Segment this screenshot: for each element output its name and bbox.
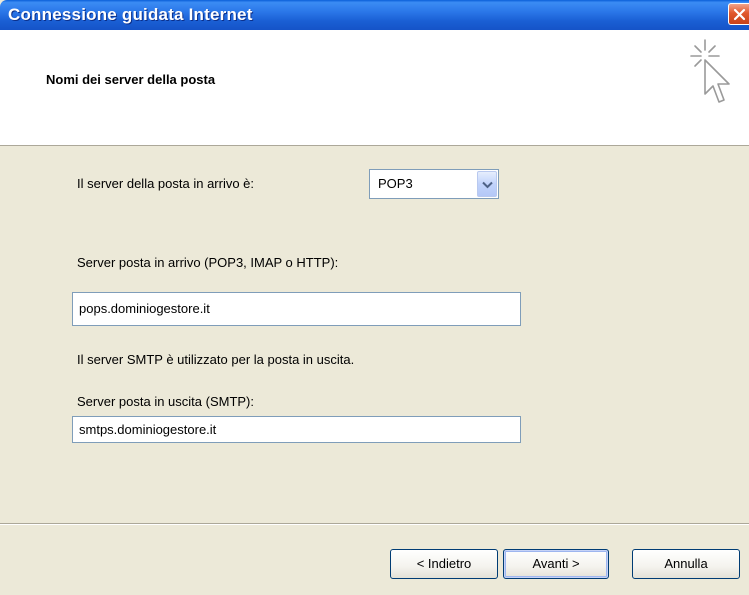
outgoing-server-value: smtps.dominiogestore.it <box>79 422 217 437</box>
smtp-info-text: Il server SMTP è utilizzato per la posta… <box>77 352 355 367</box>
next-button[interactable]: Avanti > <box>503 549 609 579</box>
back-button[interactable]: < Indietro <box>390 549 498 579</box>
incoming-type-label: Il server della posta in arrivo è: <box>77 176 255 191</box>
wizard-window: Connessione guidata Internet Nomi dei se… <box>0 0 749 595</box>
incoming-type-value: POP3 <box>378 176 413 191</box>
close-button[interactable] <box>728 3 749 25</box>
wizard-cursor-icon <box>690 39 730 103</box>
page-title: Nomi dei server della posta <box>46 72 216 87</box>
cancel-button[interactable]: Annulla <box>632 549 740 579</box>
wizard-header: Nomi dei server della posta <box>0 30 749 146</box>
footer-divider <box>0 523 749 525</box>
outgoing-server-input[interactable]: smtps.dominiogestore.it <box>72 416 521 443</box>
window-title: Connessione guidata Internet <box>8 5 253 24</box>
title-bar[interactable]: Connessione guidata Internet <box>0 0 749 30</box>
dropdown-button[interactable] <box>477 171 497 197</box>
outgoing-server-label: Server posta in uscita (SMTP): <box>77 394 254 409</box>
incoming-server-value: pops.dominiogestore.it <box>79 301 210 316</box>
incoming-server-input[interactable]: pops.dominiogestore.it <box>72 292 521 326</box>
close-icon <box>733 8 746 21</box>
chevron-down-icon <box>482 181 493 189</box>
incoming-server-label: Server posta in arrivo (POP3, IMAP o HTT… <box>77 255 339 270</box>
incoming-type-select[interactable]: POP3 <box>369 169 499 199</box>
